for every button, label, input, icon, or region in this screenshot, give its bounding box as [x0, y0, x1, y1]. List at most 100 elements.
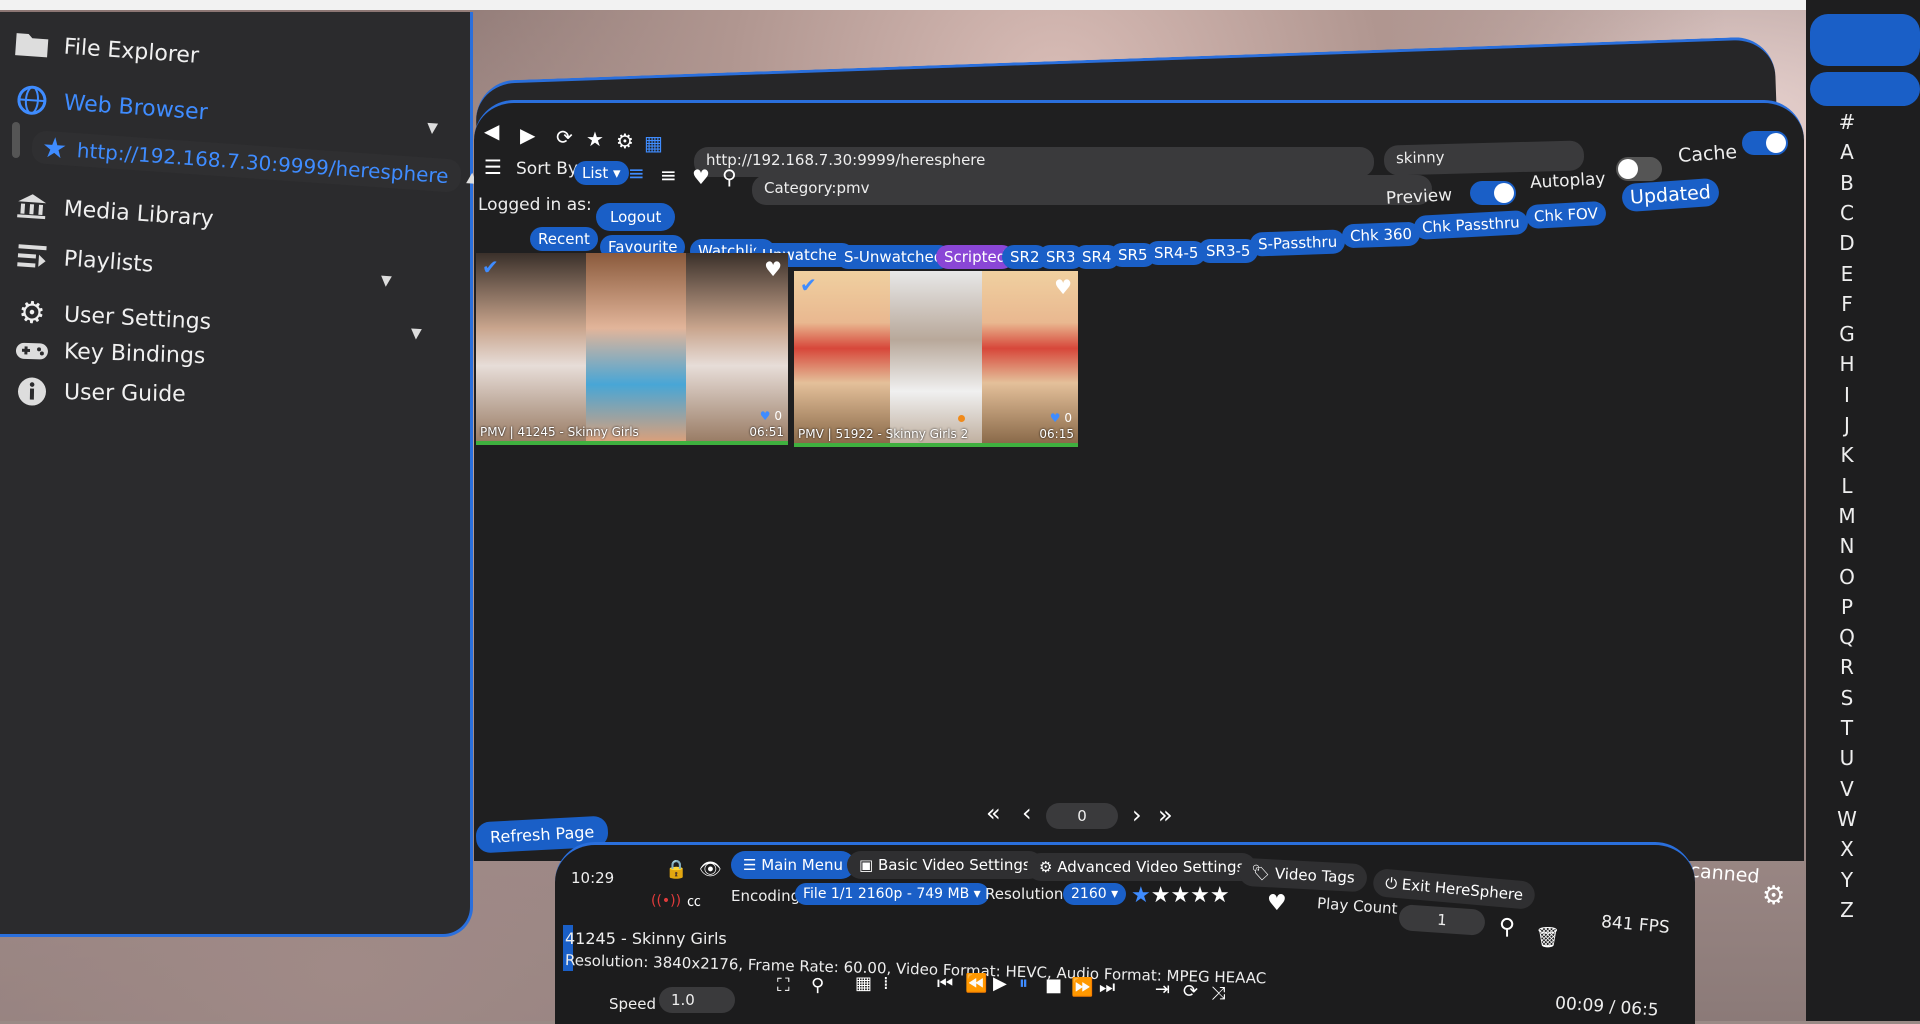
preview-toggle[interactable] — [1470, 181, 1516, 205]
alphabet-letter[interactable]: J — [1832, 413, 1862, 437]
next-page-icon[interactable]: › — [1132, 801, 1142, 829]
repeat-icon[interactable]: ⟳ — [1183, 981, 1198, 1002]
favorite-heart-icon[interactable]: ♥ — [1054, 275, 1072, 299]
alphabet-letter[interactable]: S — [1832, 686, 1862, 710]
video-card[interactable]: ✔ ♥ ♥ 0 PMV | 41245 - Skinny Girls 06:51 — [476, 253, 788, 445]
shuffle-icon[interactable]: ⤨ — [1211, 983, 1225, 1004]
sort-asc-icon[interactable]: ≡ — [660, 163, 677, 187]
alphabet-letter[interactable]: U — [1832, 746, 1862, 770]
alphabet-letter[interactable]: F — [1832, 292, 1862, 316]
lock-icon[interactable]: 🔒 — [665, 859, 687, 880]
url-bar[interactable]: http://192.168.7.30:9999/heresphere — [694, 147, 1374, 177]
page-number-input[interactable]: 0 — [1046, 803, 1118, 829]
alphabet-letter[interactable]: B — [1832, 171, 1862, 195]
fullscreen-icon[interactable]: ⛶ — [777, 975, 790, 996]
alphabet-letter[interactable]: X — [1832, 837, 1862, 861]
video-tags-button[interactable]: 🏷 Video Tags — [1238, 857, 1368, 893]
basic-video-settings-button[interactable]: ▣ Basic Video Settings — [847, 851, 1043, 879]
rewind-icon[interactable]: ⏪ — [965, 973, 987, 994]
ab-loop-icon[interactable]: ⇥ — [1155, 979, 1170, 1000]
alphabet-letter[interactable]: A — [1832, 140, 1862, 164]
back-arrow-icon[interactable]: ◀ — [484, 119, 499, 143]
menu-item-file-explorer[interactable]: File Explorer — [0, 28, 200, 70]
alphabet-letter[interactable]: N — [1832, 534, 1862, 558]
filter-s-unwatched[interactable]: S-Unwatched — [836, 245, 952, 269]
alphabet-letter[interactable]: D — [1832, 231, 1862, 255]
sort-list-icon[interactable]: ☰ — [484, 155, 502, 179]
heart-filter-icon[interactable]: ♥ — [692, 165, 710, 189]
pause-icon[interactable]: ⏸ — [1019, 973, 1028, 994]
alphabet-letter[interactable]: K — [1832, 443, 1862, 467]
haptic-signal-icon[interactable]: ((•)) — [651, 893, 681, 909]
alphabet-letter[interactable]: H — [1832, 352, 1862, 376]
alphabet-top-button[interactable] — [1810, 14, 1920, 66]
alphabet-letter[interactable]: V — [1832, 777, 1862, 801]
logout-button[interactable]: Logout — [596, 203, 676, 231]
star-filled-icon[interactable]: ★ — [1131, 883, 1151, 908]
bookmark-star-icon[interactable]: ★ — [586, 127, 604, 151]
grid-view-icon[interactable]: ▦ — [644, 131, 663, 155]
advanced-video-settings-button[interactable]: ⚙ Advanced Video Settings — [1027, 853, 1257, 881]
alphabet-letter[interactable]: Z — [1832, 898, 1862, 922]
filter-chk-fov[interactable]: Chk FOV — [1525, 200, 1607, 230]
main-menu-button[interactable]: ☰ Main Menu — [731, 851, 855, 879]
settings-gear-icon[interactable]: ⚙ — [1762, 881, 1785, 911]
alphabet-letter[interactable]: G — [1832, 322, 1862, 346]
last-page-icon[interactable]: » — [1158, 801, 1173, 829]
alphabet-letter[interactable]: Q — [1832, 625, 1862, 649]
location-pin-icon[interactable]: ⚲ — [811, 975, 824, 996]
menu-item-playlists[interactable]: Playlists ▼ — [0, 240, 392, 295]
menu-item-user-guide[interactable]: User Guide — [0, 376, 186, 409]
search-input[interactable]: skinny — [1383, 140, 1585, 176]
alphabet-letter[interactable]: # — [1832, 110, 1862, 134]
favorite-heart-icon[interactable]: ♥ — [1267, 891, 1287, 916]
sort-desc-icon[interactable]: ≡ — [628, 161, 645, 185]
filter-chk-passthru[interactable]: Chk Passthru — [1413, 210, 1529, 240]
favorite-heart-icon[interactable]: ♥ — [764, 257, 782, 281]
chevron-down-icon[interactable]: ▼ — [410, 325, 422, 342]
autoplay-toggle[interactable] — [1616, 157, 1662, 181]
play-icon[interactable]: ▶ — [993, 973, 1007, 994]
skip-next-icon[interactable]: ⏭ — [1099, 977, 1115, 998]
rating-stars[interactable]: ★★★★★ — [1131, 883, 1230, 908]
video-card[interactable]: ✔ ♥ ♥ 0 PMV | 51922 - Skinny Girls 2 06:… — [794, 271, 1078, 447]
filter-s-passthru[interactable]: S-Passthru — [1249, 229, 1346, 257]
alphabet-letter[interactable]: W — [1832, 807, 1862, 831]
alphabet-letter[interactable]: L — [1832, 474, 1862, 498]
menu-item-media-library[interactable]: Media Library — [0, 190, 214, 233]
search-icon[interactable]: ⚲ — [1499, 915, 1515, 940]
forward-arrow-icon[interactable]: ▶ — [520, 123, 535, 147]
cache-toggle[interactable] — [1742, 131, 1788, 155]
alphabet-letter[interactable]: C — [1832, 201, 1862, 225]
chevron-down-icon[interactable]: ▼ — [427, 120, 439, 137]
first-page-icon[interactable]: « — [986, 799, 1001, 827]
alphabet-letter[interactable]: I — [1832, 383, 1862, 407]
skip-previous-icon[interactable]: ⏮ — [937, 973, 953, 994]
sort-select[interactable]: List ▾ — [574, 161, 629, 185]
alphabet-letter[interactable]: P — [1832, 595, 1862, 619]
alphabet-letter[interactable]: E — [1832, 262, 1862, 286]
fast-forward-icon[interactable]: ⏩ — [1071, 977, 1093, 998]
alphabet-letter[interactable]: T — [1832, 716, 1862, 740]
zoom-icon[interactable]: ⚲ — [722, 165, 737, 189]
filter-input[interactable]: Category:pmv — [752, 175, 1432, 205]
alphabet-letter[interactable]: M — [1832, 504, 1862, 528]
play-count-input[interactable]: 1 — [1398, 904, 1486, 936]
filter-chk-360[interactable]: Chk 360 — [1341, 221, 1421, 249]
speed-input[interactable]: 1.0 — [659, 987, 735, 1013]
grid-icon[interactable]: ▦ — [855, 973, 872, 994]
filter-recent[interactable]: Recent — [530, 227, 598, 251]
alphabet-letter[interactable]: Y — [1832, 868, 1862, 892]
reload-icon[interactable]: ⟳ — [556, 125, 573, 149]
alphabet-second-button[interactable] — [1810, 72, 1920, 106]
closed-caption-icon[interactable]: ㏄ — [687, 891, 701, 911]
encoding-select[interactable]: File 1/1 2160p - 749 MB ▾ — [795, 883, 989, 905]
dots-grid-icon[interactable]: ⁞ — [883, 973, 889, 994]
chevron-down-icon[interactable]: ▼ — [380, 273, 392, 290]
prev-page-icon[interactable]: ‹ — [1022, 799, 1032, 827]
menu-item-key-bindings[interactable]: Key Bindings — [0, 337, 206, 369]
eye-icon[interactable]: 👁 — [699, 859, 722, 880]
alphabet-letter[interactable]: O — [1832, 565, 1862, 589]
trash-icon[interactable]: 🗑 — [1535, 925, 1560, 949]
resolution-select[interactable]: 2160 ▾ — [1063, 883, 1127, 905]
